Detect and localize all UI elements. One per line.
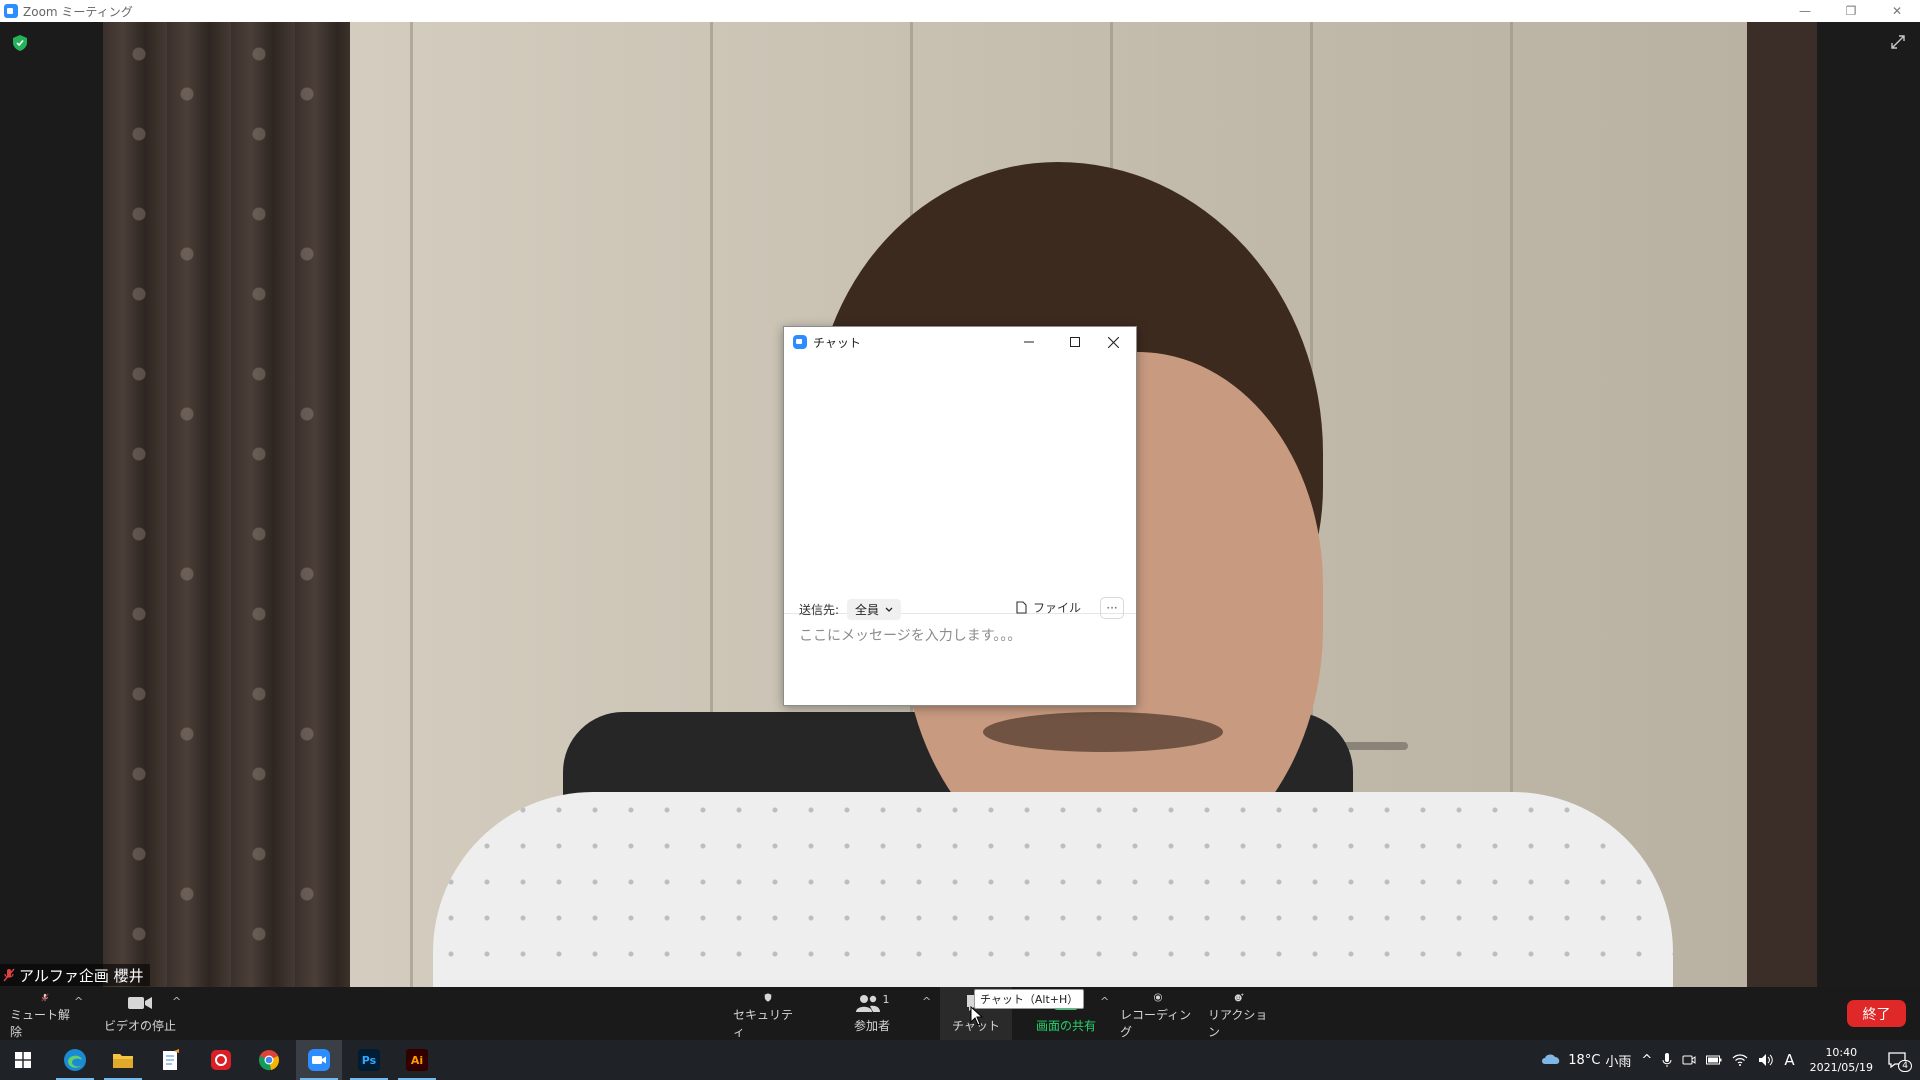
minimize-button[interactable]: — xyxy=(1782,0,1828,22)
tray-overflow-chevron-icon[interactable]: ^ xyxy=(1641,1053,1652,1068)
chat-titlebar: チャット xyxy=(784,327,1136,357)
reactions-label: リアクション xyxy=(1208,1008,1268,1039)
folder-icon xyxy=(113,1054,133,1068)
participants-label: 参加者 xyxy=(853,1019,890,1033)
chat-recipient-row: 送信先: 全員 xyxy=(799,599,902,620)
video-label: ビデオの停止 xyxy=(103,1019,176,1033)
record-label: レコーディング xyxy=(1120,1008,1192,1039)
participants-button[interactable]: 1 参加者 xyxy=(840,987,904,1040)
mute-label: ミュート解除 xyxy=(10,1008,71,1039)
file-button[interactable]: ファイル xyxy=(1016,599,1081,616)
file-icon xyxy=(1016,601,1027,614)
stop-video-button[interactable]: ビデオの停止 xyxy=(100,987,180,1040)
video-options-caret[interactable]: ^ xyxy=(172,995,181,1008)
ime-indicator[interactable]: A xyxy=(1784,1051,1794,1069)
meet-now-icon[interactable] xyxy=(1682,1053,1696,1067)
end-meeting-button[interactable]: 終了 xyxy=(1847,1000,1906,1027)
clock-date: 2021/05/19 xyxy=(1809,1061,1873,1074)
volume-icon[interactable] xyxy=(1758,1053,1774,1067)
smiley-plus-icon xyxy=(1234,993,1244,1002)
more-options-button[interactable]: ··· xyxy=(1100,597,1124,619)
battery-icon[interactable] xyxy=(1706,1055,1722,1065)
photoshop-icon: Ps xyxy=(358,1049,380,1071)
participant-name-tag: アルファ企画 櫻井 xyxy=(0,964,150,986)
recipient-label: 送信先: xyxy=(799,603,840,617)
taskbar-photoshop[interactable]: Ps xyxy=(346,1040,392,1080)
illustrator-icon: Ai xyxy=(406,1049,428,1071)
participants-count: 1 xyxy=(882,993,890,1006)
chat-tooltip: チャット（Alt+H） xyxy=(974,989,1085,1009)
chat-window: チャット 送信先: 全員 ファイル ··· xyxy=(783,326,1137,706)
close-button[interactable]: ✕ xyxy=(1874,0,1920,22)
participant-name: アルファ企画 櫻井 xyxy=(19,966,144,985)
share-options-caret[interactable]: ^ xyxy=(1100,995,1109,1008)
cloud-rain-icon xyxy=(1542,1054,1560,1064)
security-shield-icon xyxy=(764,993,772,1002)
zoom-chat-icon xyxy=(793,335,807,349)
window-titlebar: Zoom ミーティング — ❐ ✕ xyxy=(0,0,1920,22)
microphone-icon[interactable] xyxy=(1662,1052,1672,1068)
encryption-shield-icon[interactable] xyxy=(13,35,27,51)
mouse-cursor-icon xyxy=(970,1006,984,1026)
zoom-app-icon xyxy=(4,4,18,18)
clock[interactable]: 10:40 2021/05/19 xyxy=(1810,1045,1873,1075)
notepad-icon xyxy=(163,1049,179,1070)
zoom-icon xyxy=(308,1049,330,1071)
edge-icon xyxy=(64,1049,86,1071)
taskbar-creative-cloud[interactable] xyxy=(198,1040,244,1080)
recipient-value: 全員 xyxy=(855,603,880,617)
chat-close-button[interactable] xyxy=(1090,327,1136,357)
chrome-icon xyxy=(259,1050,279,1071)
taskbar-zoom[interactable] xyxy=(296,1040,342,1080)
taskbar-chrome[interactable] xyxy=(246,1040,292,1080)
taskbar-file-explorer[interactable] xyxy=(100,1040,146,1080)
notification-count: 4 xyxy=(1898,1060,1912,1072)
taskbar-notepad[interactable] xyxy=(148,1040,194,1080)
restore-button[interactable]: ❐ xyxy=(1828,0,1874,22)
taskbar-edge[interactable] xyxy=(52,1040,98,1080)
creative-cloud-icon xyxy=(211,1050,231,1070)
share-label: 画面の共有 xyxy=(1035,1019,1096,1033)
message-input[interactable] xyxy=(799,625,1119,647)
start-button[interactable] xyxy=(0,1040,46,1080)
record-button[interactable]: レコーディング xyxy=(1120,987,1196,1040)
weather-temp: 18°C xyxy=(1568,1052,1601,1068)
chat-messages-area xyxy=(784,357,1136,613)
fullscreen-icon[interactable] xyxy=(1890,34,1906,50)
meeting-toolbar: ミュート解除 ^ ビデオの停止 ^ セキュリティ 1 参加者 ^ チャット 画面… xyxy=(0,987,1920,1040)
audio-options-caret[interactable]: ^ xyxy=(74,995,83,1008)
video-camera-icon xyxy=(128,997,152,1009)
mic-muted-icon xyxy=(41,993,49,1002)
chat-minimize-button[interactable] xyxy=(1006,327,1052,357)
window-title: Zoom ミーティング xyxy=(23,4,133,19)
recipient-dropdown[interactable]: 全員 xyxy=(847,599,902,620)
notification-center-button[interactable]: 4 xyxy=(1888,1052,1912,1072)
taskbar-illustrator[interactable]: Ai xyxy=(394,1040,440,1080)
mic-muted-icon xyxy=(3,968,15,982)
security-button[interactable]: セキュリティ xyxy=(733,987,803,1040)
participants-icon xyxy=(855,995,880,1012)
weather-widget[interactable]: 18°C 小雨 xyxy=(1540,1051,1631,1070)
weather-text: 小雨 xyxy=(1605,1054,1632,1070)
system-tray: 18°C 小雨 ^ A 10:40 2021/05/19 4 xyxy=(1535,1040,1920,1080)
participants-options-caret[interactable]: ^ xyxy=(922,995,931,1008)
security-label: セキュリティ xyxy=(733,1008,794,1039)
chevron-down-icon xyxy=(885,607,893,612)
window-controls: — ❐ ✕ xyxy=(1782,0,1920,22)
chat-title: チャット xyxy=(813,335,861,350)
windows-taskbar: Ps Ai 18°C 小雨 ^ A 10:40 2021/05/19 4 xyxy=(0,1040,1920,1080)
clock-time: 10:40 xyxy=(1825,1046,1858,1059)
person-shirt xyxy=(433,792,1673,987)
mute-button[interactable]: ミュート解除 xyxy=(10,987,80,1040)
windows-logo-icon xyxy=(15,1052,31,1068)
reactions-button[interactable]: リアクション xyxy=(1208,987,1270,1040)
file-label: ファイル xyxy=(1033,601,1082,615)
wifi-icon[interactable] xyxy=(1732,1054,1748,1066)
record-icon xyxy=(1153,993,1163,1002)
